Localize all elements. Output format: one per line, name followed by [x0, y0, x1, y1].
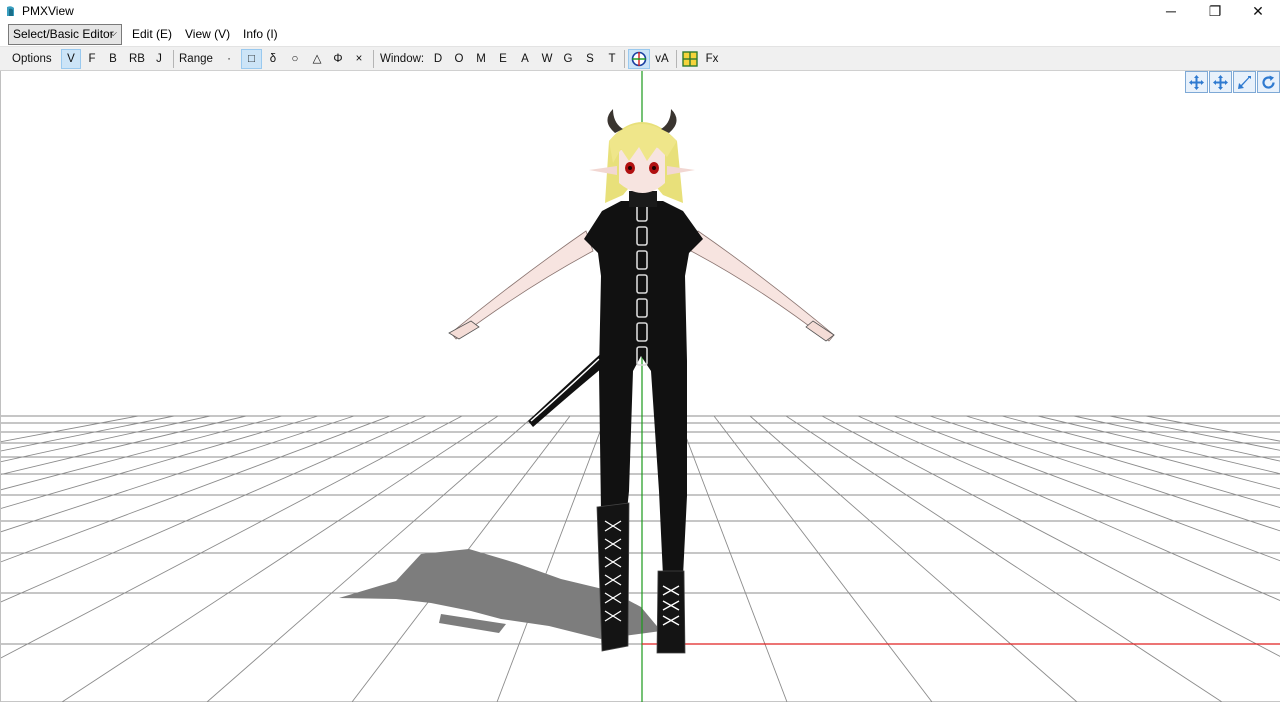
grid-line — [1, 415, 391, 563]
va-button[interactable]: vA — [652, 49, 672, 69]
rotate-view-button[interactable] — [1185, 71, 1208, 93]
range-clear-button[interactable]: × — [351, 49, 367, 69]
grid-line — [929, 415, 1280, 532]
grid-icon — [682, 51, 698, 67]
window-e-button[interactable]: E — [495, 49, 511, 69]
move-arrows-icon — [1189, 74, 1204, 90]
grid-line — [1, 415, 211, 463]
grid-line — [821, 415, 1280, 657]
menu-view[interactable]: View (V) — [185, 27, 230, 41]
3d-viewport[interactable] — [0, 71, 1280, 702]
toolbar: Options : V F B RB J Range : · □ δ ○ △ Φ… — [0, 46, 1280, 85]
grid-line — [1, 415, 175, 452]
grid-line — [893, 415, 1280, 562]
grid-line — [1, 415, 319, 509]
window-title: PMXView — [22, 4, 74, 18]
window-t-button[interactable]: T — [604, 49, 620, 69]
menu-bar: Select/Basic Editor ⌵ Edit (E) View (V) … — [0, 22, 1280, 46]
axis-toggle-button[interactable] — [628, 49, 650, 69]
range-triangle-button[interactable]: △ — [308, 49, 326, 69]
rotate-arrow-icon — [1262, 75, 1275, 89]
window-a-button[interactable]: A — [516, 49, 534, 69]
scene-canvas[interactable] — [1, 71, 1280, 702]
range-delta-button[interactable]: δ — [265, 49, 281, 69]
toolbar-divider — [676, 50, 677, 68]
window-m-button[interactable]: M — [472, 49, 490, 69]
grid-line — [1037, 415, 1280, 475]
pan-view-button[interactable] — [1209, 71, 1232, 93]
window-d-button[interactable]: D — [430, 49, 446, 69]
grid-line — [677, 415, 788, 702]
app-icon — [7, 6, 14, 16]
window-o-button[interactable]: O — [451, 49, 467, 69]
range-rect-button[interactable]: □ — [241, 49, 262, 69]
grid-line — [749, 415, 1078, 702]
grid-line — [1, 415, 247, 475]
window-g-button[interactable]: G — [560, 49, 576, 69]
range-phi-button[interactable]: Φ — [330, 49, 346, 69]
grid-line — [1, 415, 463, 659]
grid-line — [1109, 415, 1280, 451]
window-w-button[interactable]: W — [538, 49, 556, 69]
menu-edit[interactable]: Edit (E) — [132, 27, 172, 41]
grid-line — [785, 415, 1223, 702]
toolbar-divider — [624, 50, 625, 68]
toolbar-divider — [373, 50, 374, 68]
range-point-button[interactable]: · — [221, 49, 237, 69]
crosshair-icon — [631, 51, 647, 67]
menu-info[interactable]: Info (I) — [243, 27, 278, 41]
zoom-arrow-icon — [1238, 75, 1251, 89]
grid-line — [496, 415, 607, 702]
title-bar: PMXView ─ ❐ ✕ — [0, 0, 1280, 22]
mode-select-value: Select/Basic Editor — [13, 27, 114, 41]
grid-line — [1001, 415, 1280, 490]
pan-arrows-icon — [1213, 74, 1228, 90]
option-j-button[interactable]: J — [150, 49, 168, 69]
grid-toggle-button[interactable] — [681, 49, 699, 69]
window-s-button[interactable]: S — [582, 49, 598, 69]
maximize-button[interactable]: ❐ — [1193, 0, 1237, 22]
mode-select[interactable]: Select/Basic Editor ⌵ — [8, 24, 122, 45]
fx-button[interactable]: Fx — [703, 49, 721, 69]
option-f-button[interactable]: F — [83, 49, 101, 69]
option-v-button[interactable]: V — [61, 49, 81, 69]
grid-line — [1, 415, 355, 533]
grid-line — [1, 415, 283, 491]
reset-view-button[interactable] — [1257, 71, 1280, 93]
grid-line — [1073, 415, 1280, 462]
option-rb-button[interactable]: RB — [126, 49, 148, 69]
view-controls — [1185, 71, 1280, 95]
close-button[interactable]: ✕ — [1236, 0, 1280, 22]
floor-grid — [1, 415, 1280, 702]
minimize-button[interactable]: ─ — [1149, 0, 1193, 22]
toolbar-divider — [173, 50, 174, 68]
options-label: Options : — [12, 53, 52, 85]
window-label: Window: — [380, 53, 425, 65]
zoom-view-button[interactable] — [1233, 71, 1256, 93]
option-b-button[interactable]: B — [104, 49, 122, 69]
range-circle-button[interactable]: ○ — [286, 49, 304, 69]
grid-line — [965, 415, 1280, 509]
chevron-down-icon: ⌵ — [109, 28, 117, 39]
range-label: Range : — [179, 53, 213, 85]
grid-line — [713, 415, 933, 702]
